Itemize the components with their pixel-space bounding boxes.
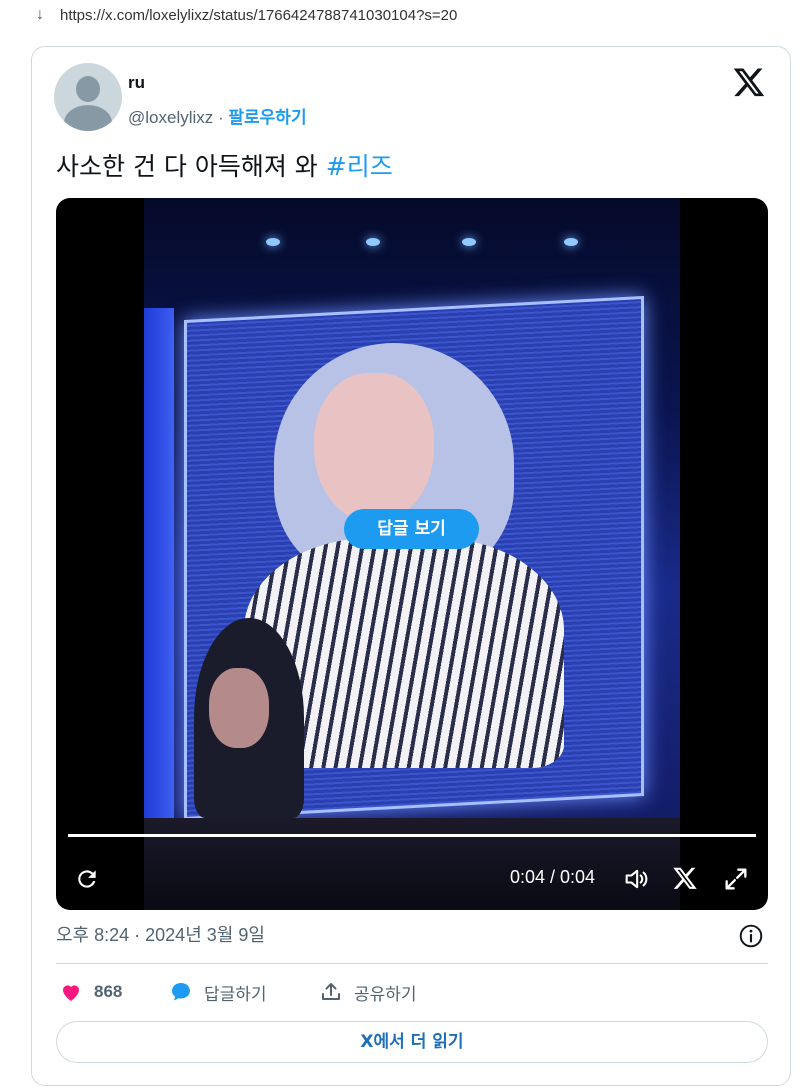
volume-icon[interactable] — [622, 865, 650, 893]
tweet-card: ru @loxelylixz · 팔로우하기 사소한 건 다 아득해져 와 #리… — [31, 46, 791, 1086]
tweet-timestamp[interactable]: 오후 8:24 · 2024년 3월 9일 — [56, 921, 265, 947]
like-button[interactable]: 868 — [58, 977, 122, 1007]
performer-face — [314, 373, 434, 523]
download-arrow-icon: ↓ — [36, 6, 44, 23]
video-time: 0:04 / 0:04 — [510, 867, 596, 887]
follow-button[interactable]: 팔로우하기 — [228, 108, 306, 127]
author-handle[interactable]: @loxelylixz — [128, 108, 213, 127]
x-logo-icon[interactable] — [732, 65, 766, 99]
author-handle-line: @loxelylixz · 팔로우하기 — [128, 103, 307, 128]
reply-label: 답글하기 — [204, 984, 267, 1004]
video-progress-bar[interactable] — [68, 834, 756, 837]
replay-icon[interactable] — [74, 866, 100, 892]
share-icon — [322, 983, 340, 1000]
author-name[interactable]: ru — [128, 73, 145, 93]
tweet-body: 사소한 건 다 아득해져 와 — [56, 152, 326, 181]
browser-url-bar[interactable]: ↓ https://x.com/loxelylixz/status/176642… — [0, 0, 800, 36]
avatar-body-shape — [64, 105, 112, 131]
hashtag-link[interactable]: #리즈 — [326, 152, 393, 181]
heart-icon — [63, 985, 79, 1001]
share-button[interactable]: 공유하기 — [318, 977, 417, 1007]
x-logo-small-icon[interactable] — [672, 865, 698, 891]
video-frame — [144, 198, 680, 910]
view-replies-button[interactable]: 답글 보기 — [344, 509, 479, 549]
likes-count: 868 — [94, 982, 123, 1001]
reply-bubble-icon — [172, 983, 190, 1001]
divider — [56, 963, 768, 964]
avatar-head-shape — [76, 76, 100, 102]
read-more-on-x-button[interactable]: X에서 더 읽기 — [56, 1021, 768, 1063]
stage-lights — [144, 238, 680, 258]
reply-button[interactable]: 답글하기 — [168, 977, 267, 1007]
tweet-actions: 868 답글하기 공유하기 — [56, 977, 768, 1007]
info-icon[interactable] — [738, 923, 764, 949]
handle-separator: · — [213, 108, 229, 127]
url-text[interactable]: https://x.com/loxelylixz/status/17664247… — [60, 7, 457, 24]
audience-member-face — [209, 668, 269, 748]
fullscreen-icon[interactable] — [722, 865, 750, 893]
share-label: 공유하기 — [354, 984, 417, 1004]
stage-side-panel — [144, 308, 174, 828]
video-player[interactable]: 답글 보기 0:04 / 0:04 — [56, 198, 768, 910]
avatar[interactable] — [54, 63, 122, 131]
tweet-text: 사소한 건 다 아득해져 와 #리즈 — [56, 147, 393, 183]
stage-floor — [144, 818, 680, 910]
